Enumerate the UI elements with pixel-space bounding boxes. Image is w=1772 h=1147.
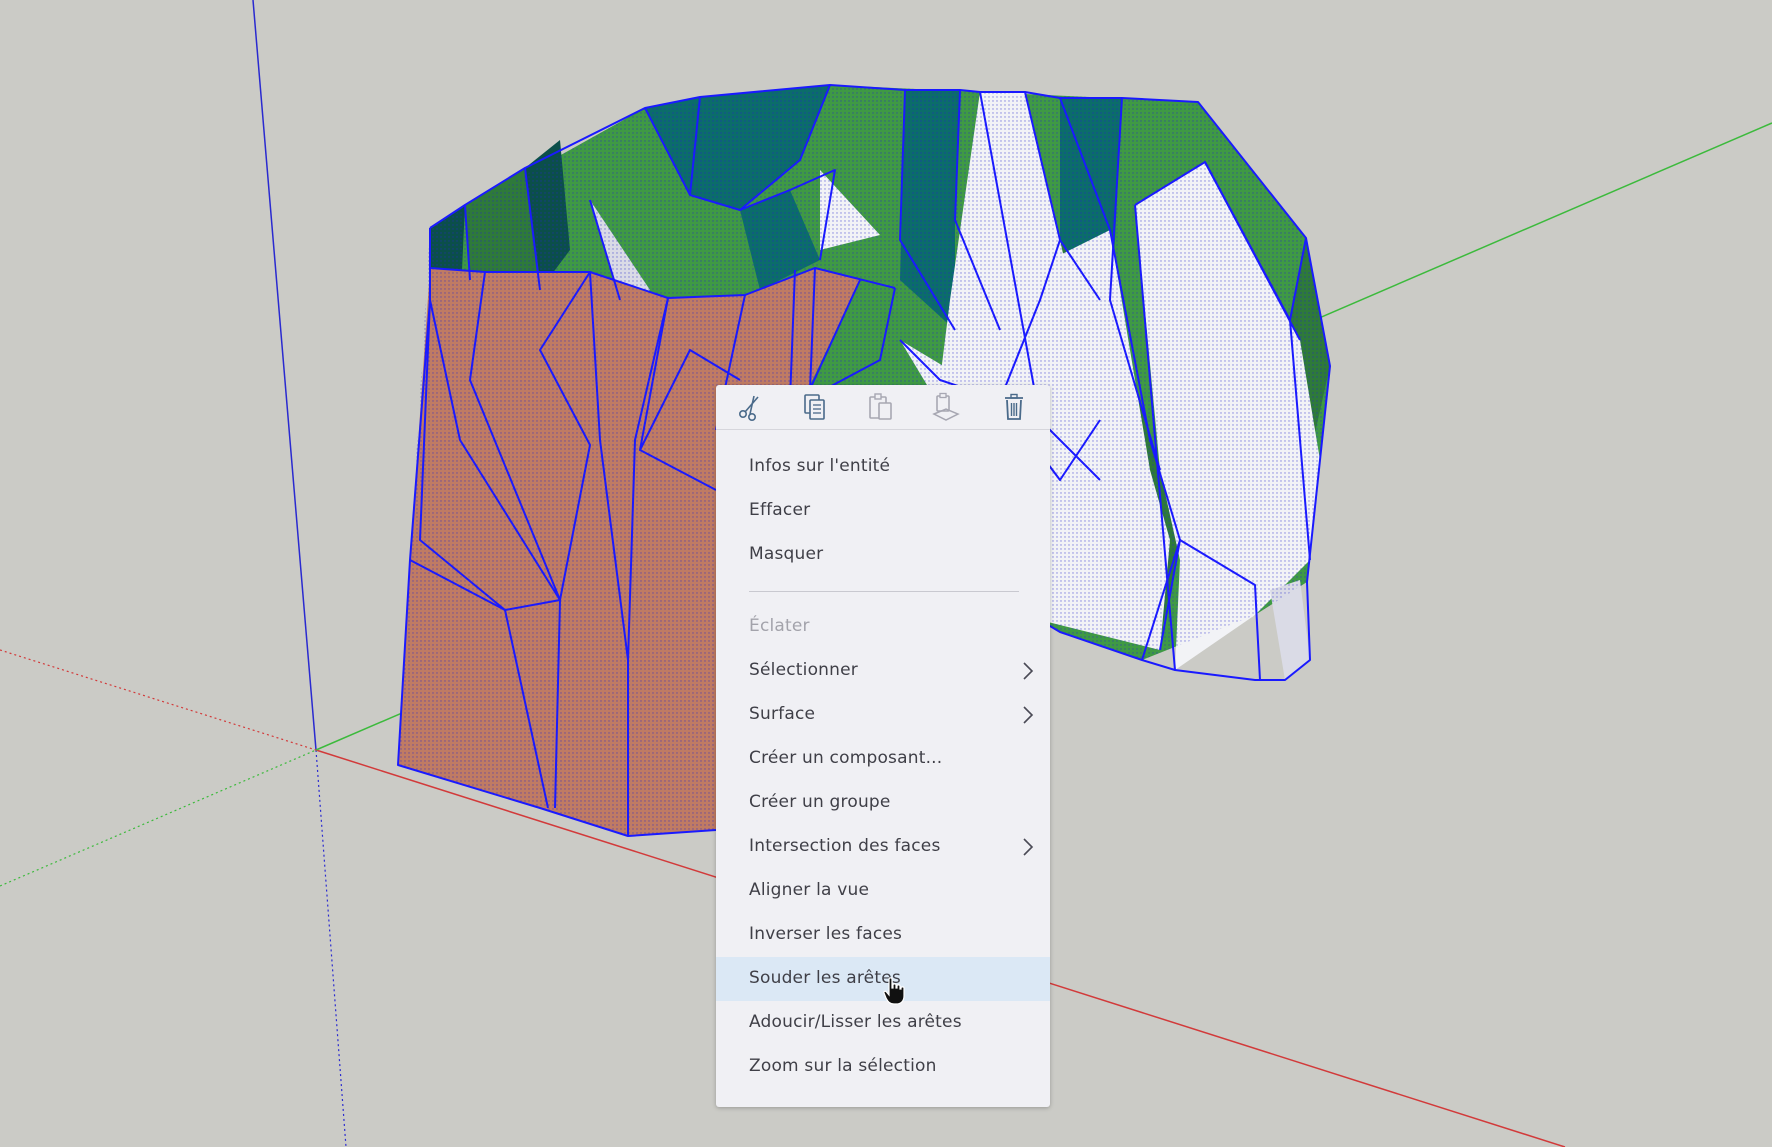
menu-item-surface[interactable]: Surface <box>716 693 1050 737</box>
menu-item-erase[interactable]: Effacer <box>716 489 1050 533</box>
red-axis-dotted <box>0 649 317 751</box>
menu-item-label: Souder les arêtes <box>749 968 901 988</box>
menu-item-label: Zoom sur la sélection <box>749 1056 937 1076</box>
paste-in-place-icon <box>932 392 960 421</box>
menu-item-zoom-selection[interactable]: Zoom sur la sélection <box>716 1045 1050 1089</box>
menu-item-label: Surface <box>749 704 816 724</box>
copy-button[interactable] <box>796 392 832 422</box>
menu-item-make-component[interactable]: Créer un composant... <box>716 737 1050 781</box>
menu-item-label: Sélectionner <box>749 660 858 680</box>
menu-item-make-group[interactable]: Créer un groupe <box>716 781 1050 825</box>
trash-icon <box>1005 393 1023 420</box>
context-menu-toolbar <box>716 385 1050 429</box>
chevron-right-icon <box>1023 838 1034 856</box>
menu-item-label: Inverser les faces <box>749 924 903 944</box>
menu-item-hide[interactable]: Masquer <box>716 533 1050 577</box>
menu-item-label: Intersection des faces <box>749 836 941 856</box>
chevron-right-icon <box>1023 706 1034 724</box>
scissors-icon <box>739 395 759 421</box>
chevron-right-icon <box>1023 662 1034 680</box>
menu-item-explode: Éclater <box>716 605 1050 649</box>
menu-item-label: Effacer <box>749 500 811 520</box>
menu-item-label: Masquer <box>749 544 824 564</box>
cut-button[interactable] <box>732 392 768 422</box>
toolbar-divider <box>716 429 1050 430</box>
menu-item-label: Infos sur l'entité <box>749 456 891 476</box>
menu-item-label: Créer un composant... <box>749 748 943 768</box>
paste-button[interactable] <box>862 392 898 422</box>
menu-item-align-view[interactable]: Aligner la vue <box>716 869 1050 913</box>
menu-item-soften-edges[interactable]: Adoucir/Lisser les arêtes <box>716 1001 1050 1045</box>
green-axis-dotted <box>0 749 317 887</box>
paste-in-place-button[interactable] <box>928 392 964 422</box>
hand-cursor-icon <box>883 977 905 1005</box>
copy-icon <box>804 394 825 420</box>
menu-item-label: Éclater <box>749 616 810 636</box>
menu-item-label: Adoucir/Lisser les arêtes <box>749 1012 962 1032</box>
menu-item-select[interactable]: Sélectionner <box>716 649 1050 693</box>
menu-item-intersect-faces[interactable]: Intersection des faces <box>716 825 1050 869</box>
menu-item-label: Aligner la vue <box>749 880 870 900</box>
menu-item-entity-info[interactable]: Infos sur l'entité <box>716 445 1050 489</box>
delete-button[interactable] <box>996 392 1032 422</box>
menu-item-reverse-faces[interactable]: Inverser les faces <box>716 913 1050 957</box>
blue-axis-dotted <box>315 749 347 1147</box>
menu-divider <box>749 591 1019 592</box>
menu-item-label: Créer un groupe <box>749 792 891 812</box>
blue-axis-solid <box>252 0 317 751</box>
paste-icon <box>869 393 892 420</box>
